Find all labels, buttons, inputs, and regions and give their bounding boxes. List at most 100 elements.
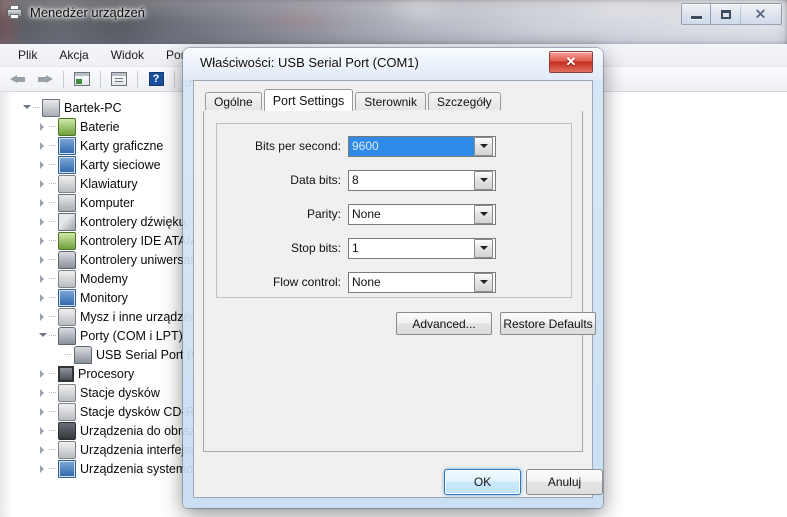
chevron-right-icon[interactable]: [38, 155, 49, 174]
field-row-bits-per-second: Bits per second: 9600: [225, 135, 496, 157]
chevron-down-icon[interactable]: [38, 326, 49, 345]
chevron-down-icon[interactable]: [22, 98, 33, 117]
properties-icon: [74, 72, 90, 86]
computer-icon: [58, 193, 76, 212]
sound-icon: [58, 212, 76, 231]
dialog-body: Ogólne Port Settings Sterownik Szczegóły…: [193, 80, 603, 498]
chevron-right-icon[interactable]: [38, 193, 49, 212]
chevron-right-icon[interactable]: [38, 269, 49, 288]
chevron-right-icon[interactable]: [38, 402, 49, 421]
chevron-down-icon[interactable]: [474, 204, 493, 224]
tree-connector: [49, 155, 58, 174]
dialog-close-button[interactable]: ✕: [549, 51, 593, 73]
maximize-button[interactable]: [710, 3, 741, 25]
dialog-titlebar[interactable]: Właściwości: USB Serial Port (COM1) ✕: [183, 48, 603, 80]
chevron-right-icon[interactable]: [38, 440, 49, 459]
chevron-right-icon[interactable]: [38, 174, 49, 193]
toolbar-separator: [137, 70, 138, 88]
ok-button[interactable]: OK: [444, 469, 521, 495]
chevron-right-icon[interactable]: [38, 307, 49, 326]
chevron-right-icon[interactable]: [38, 117, 49, 136]
toolbar-separator: [100, 70, 101, 88]
tab-page-port-settings: Bits per second: 9600 Data bits: 8 Parit…: [203, 110, 596, 452]
minimize-icon: [691, 15, 702, 19]
combo-bits-per-second[interactable]: 9600: [348, 135, 496, 157]
tree-node-label: Kontrolery IDE ATA/A: [80, 233, 199, 248]
tree-connector: [33, 98, 42, 117]
tree-node-label: Monitory: [80, 290, 128, 305]
display-button[interactable]: [106, 67, 132, 91]
chevron-right-icon[interactable]: [38, 383, 49, 402]
chevron-right-icon[interactable]: [38, 421, 49, 440]
menu-item-akcja[interactable]: Akcja: [48, 46, 99, 64]
combo-value-bits-per-second: 9600: [349, 136, 474, 156]
chevron-right-icon[interactable]: [38, 136, 49, 155]
menu-item-plik[interactable]: Plik: [7, 46, 48, 64]
forward-button[interactable]: [32, 67, 58, 91]
window-title-group: Menedżer urządzeń: [6, 1, 145, 23]
advanced-button[interactable]: Advanced...: [396, 312, 492, 335]
tree-connector: [49, 193, 58, 212]
cancel-button[interactable]: Anuluj: [526, 469, 603, 495]
tree-connector: [49, 440, 58, 459]
tree-node-label: Urządzenia interfejsu: [80, 442, 198, 457]
chevron-down-icon[interactable]: [474, 272, 493, 292]
close-icon: ✕: [754, 6, 767, 22]
restore-defaults-button[interactable]: Restore Defaults: [500, 312, 596, 335]
imaging-device-icon: [58, 421, 76, 440]
tree-node-label: Procesory: [78, 366, 135, 381]
combo-parity[interactable]: None: [348, 203, 496, 225]
display-adapter-icon: [58, 136, 76, 155]
usb-serial-port-properties-dialog: Właściwości: USB Serial Port (COM1) ✕ Og…: [183, 48, 603, 508]
combo-stop-bits[interactable]: 1: [348, 237, 496, 259]
window-titlebar[interactable]: Menedżer urządzeń ✕: [0, 0, 787, 44]
tab-port-settings[interactable]: Port Settings: [263, 89, 354, 111]
chevron-right-icon[interactable]: [38, 212, 49, 231]
tree-connector: [49, 288, 58, 307]
chevron-right-icon[interactable]: [38, 364, 49, 383]
combo-data-bits[interactable]: 8: [348, 169, 496, 191]
tab-sterownik[interactable]: Sterownik: [355, 92, 426, 111]
tab-strip: Ogólne Port Settings Sterownik Szczegóły: [205, 89, 503, 111]
tree-connector: [49, 402, 58, 421]
chevron-right-icon[interactable]: [38, 459, 49, 478]
label-flow-control: Flow control:: [272, 275, 341, 289]
tree-connector: [49, 269, 58, 288]
combo-flow-control[interactable]: None: [348, 271, 496, 293]
tree-node-label: Komputer: [80, 195, 135, 210]
processor-icon: [58, 365, 74, 382]
close-button[interactable]: ✕: [739, 3, 782, 25]
menu-item-widok[interactable]: Widok: [100, 46, 155, 64]
tab-szczegoly[interactable]: Szczegóły: [427, 92, 501, 111]
combo-value-flow-control: None: [352, 274, 381, 289]
back-button[interactable]: [5, 67, 31, 91]
chevron-down-icon[interactable]: [474, 136, 493, 156]
combo-value-stop-bits: 1: [352, 240, 359, 255]
tree-connector: [49, 250, 58, 269]
close-icon: ✕: [565, 54, 577, 69]
chevron-right-icon[interactable]: [38, 288, 49, 307]
tree-connector: [49, 136, 58, 155]
tree-connector: [49, 231, 58, 250]
tab-ogolne[interactable]: Ogólne: [205, 92, 262, 111]
back-arrow-icon: [10, 74, 26, 85]
minimize-button[interactable]: [681, 3, 711, 25]
chevron-down-icon[interactable]: [474, 170, 493, 190]
toolbar-separator: [63, 70, 64, 88]
help-button[interactable]: ?: [143, 67, 169, 91]
tree-node-label: Porty (COM i LPT): [80, 328, 183, 343]
chevron-down-icon[interactable]: [474, 238, 493, 258]
chevron-right-icon[interactable]: [38, 231, 49, 250]
chevron-right-icon[interactable]: [38, 250, 49, 269]
forward-arrow-icon: [37, 74, 53, 85]
mouse-icon: [58, 307, 76, 326]
properties-button[interactable]: [69, 67, 95, 91]
battery-icon: [58, 117, 76, 136]
label-stop-bits: Stop bits:: [290, 241, 341, 255]
label-parity: Parity:: [306, 207, 341, 221]
field-row-stop-bits: Stop bits: 1: [225, 237, 496, 259]
tree-connector: [49, 212, 58, 231]
usb-controller-icon: [58, 250, 76, 269]
display-icon: [111, 72, 127, 86]
